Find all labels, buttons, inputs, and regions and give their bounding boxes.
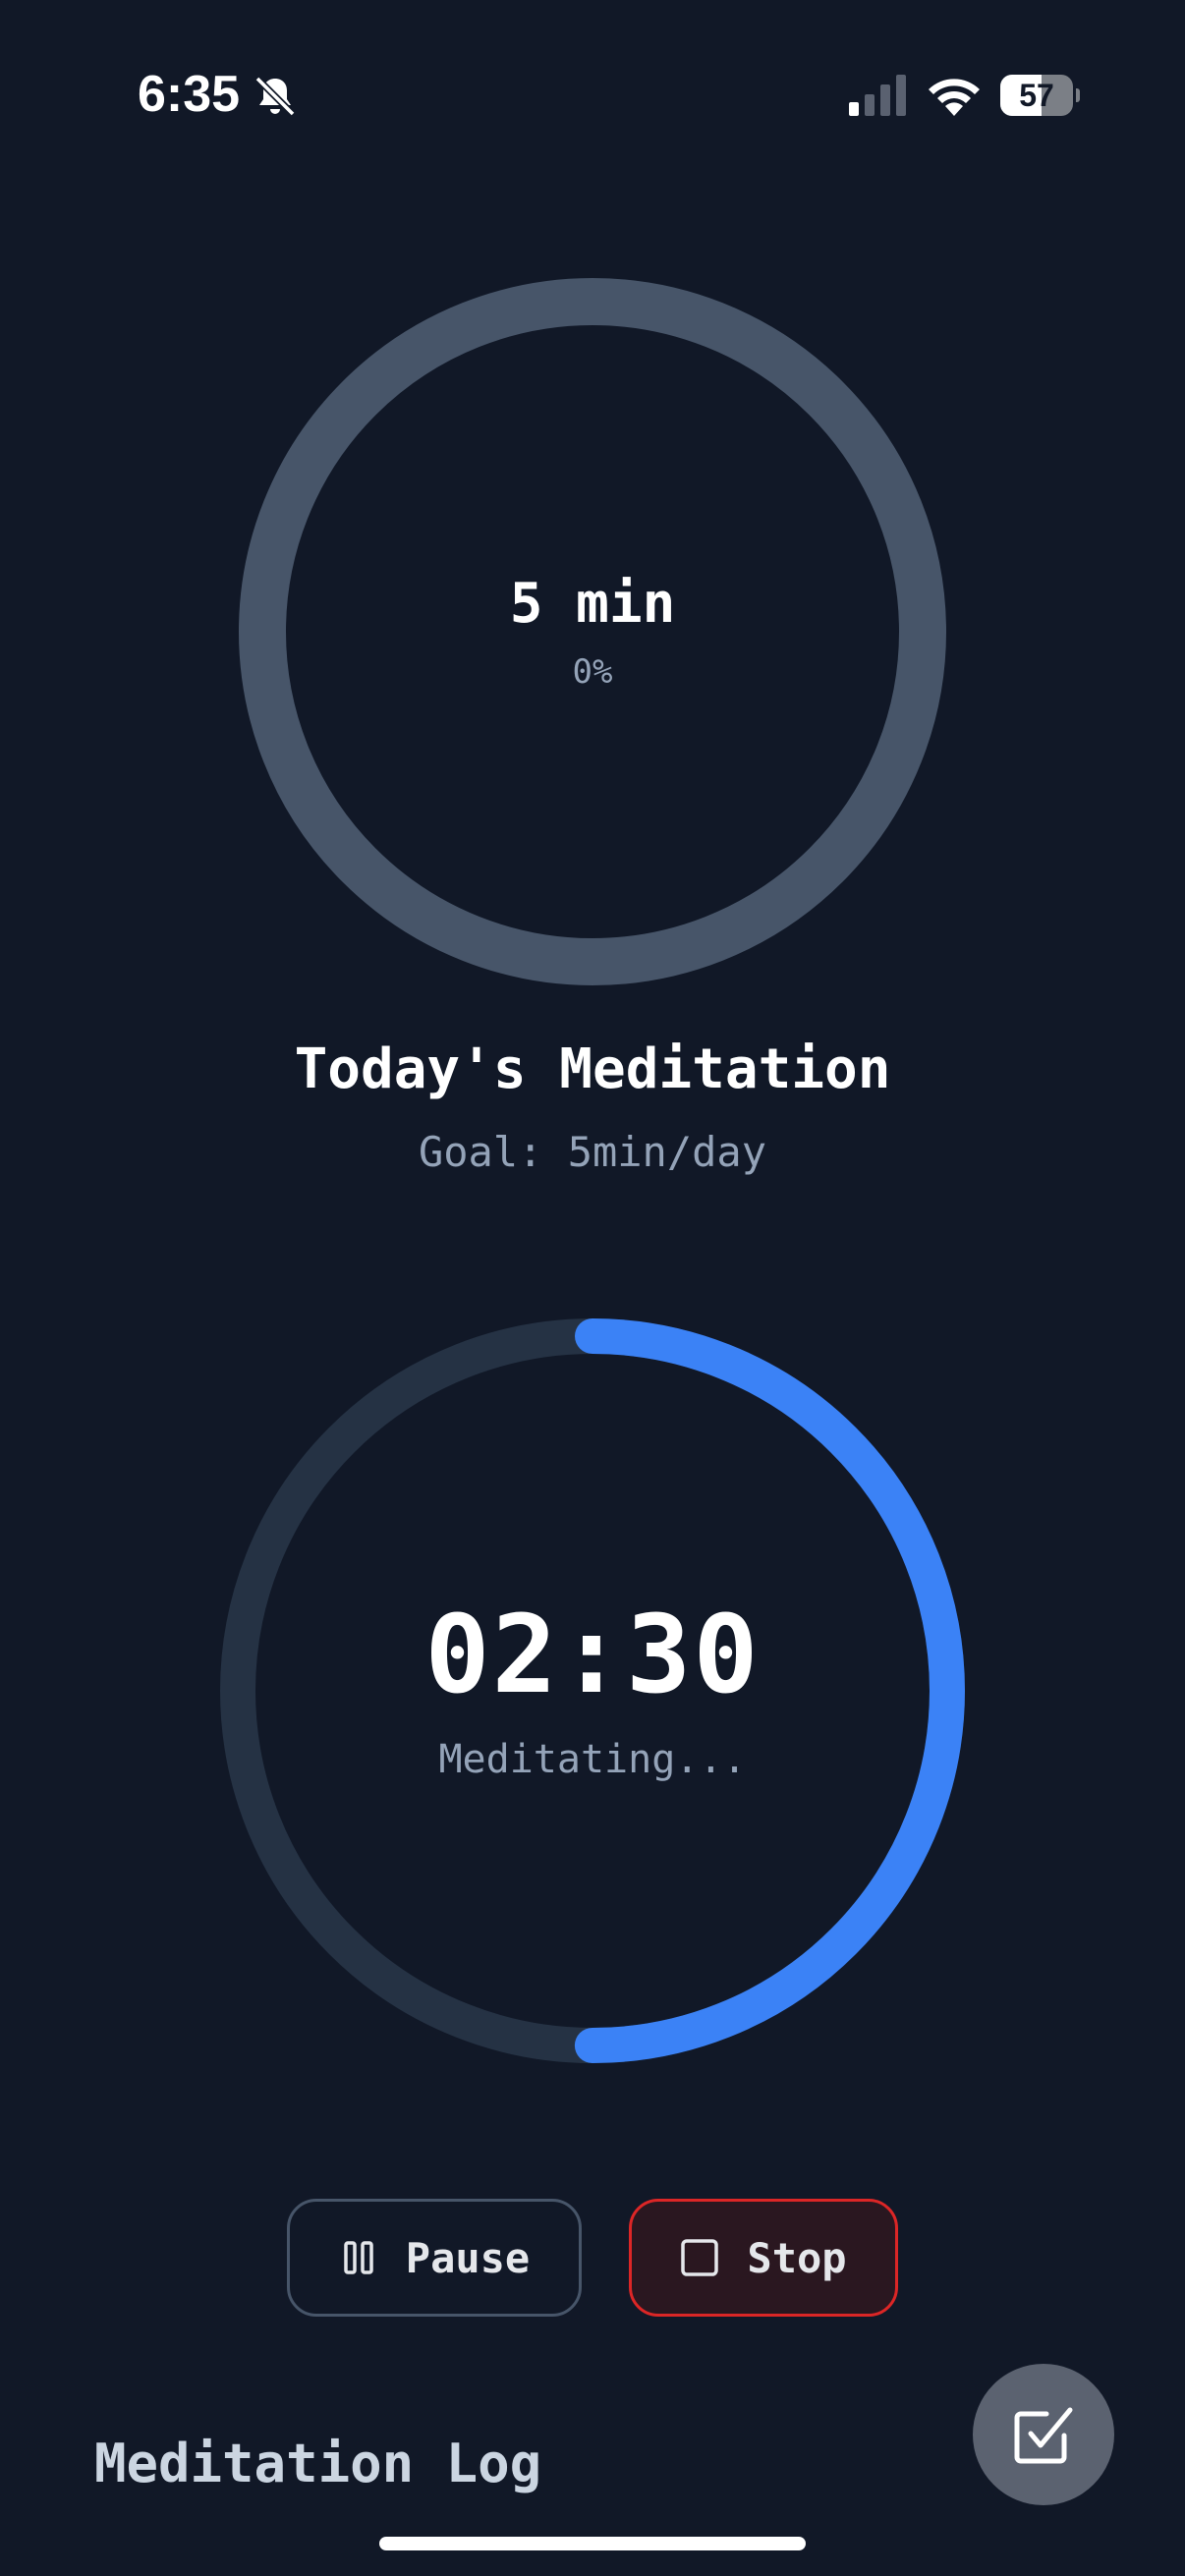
pause-button[interactable]: Pause (287, 2199, 582, 2317)
wifi-icon (929, 79, 980, 116)
home-indicator[interactable] (379, 2537, 806, 2550)
goal-percent: 0% (572, 652, 613, 692)
battery-level: 57 (1019, 78, 1054, 113)
goal-subtitle: Goal: 5min/day (418, 1128, 766, 1176)
log-session-button[interactable] (973, 2364, 1114, 2505)
status-time: 6:35 (138, 66, 241, 123)
pause-label: Pause (405, 2233, 531, 2282)
stop-button[interactable]: Stop (629, 2199, 898, 2317)
stop-icon (681, 2239, 719, 2276)
meditation-log-heading: Meditation Log (94, 2433, 542, 2494)
signal-icon (849, 75, 906, 116)
stop-label: Stop (747, 2233, 847, 2282)
timer-display: 02:30 (424, 1592, 761, 1717)
page-title: Today's Meditation (294, 1037, 891, 1101)
battery-icon: 57 (1000, 75, 1080, 116)
goal-value: 5 min (509, 572, 676, 636)
pause-icon (344, 2241, 373, 2274)
timer-status: Meditating... (438, 1737, 747, 1782)
bell-muted-icon (254, 76, 296, 117)
checkbox-check-icon (1014, 2407, 1073, 2464)
